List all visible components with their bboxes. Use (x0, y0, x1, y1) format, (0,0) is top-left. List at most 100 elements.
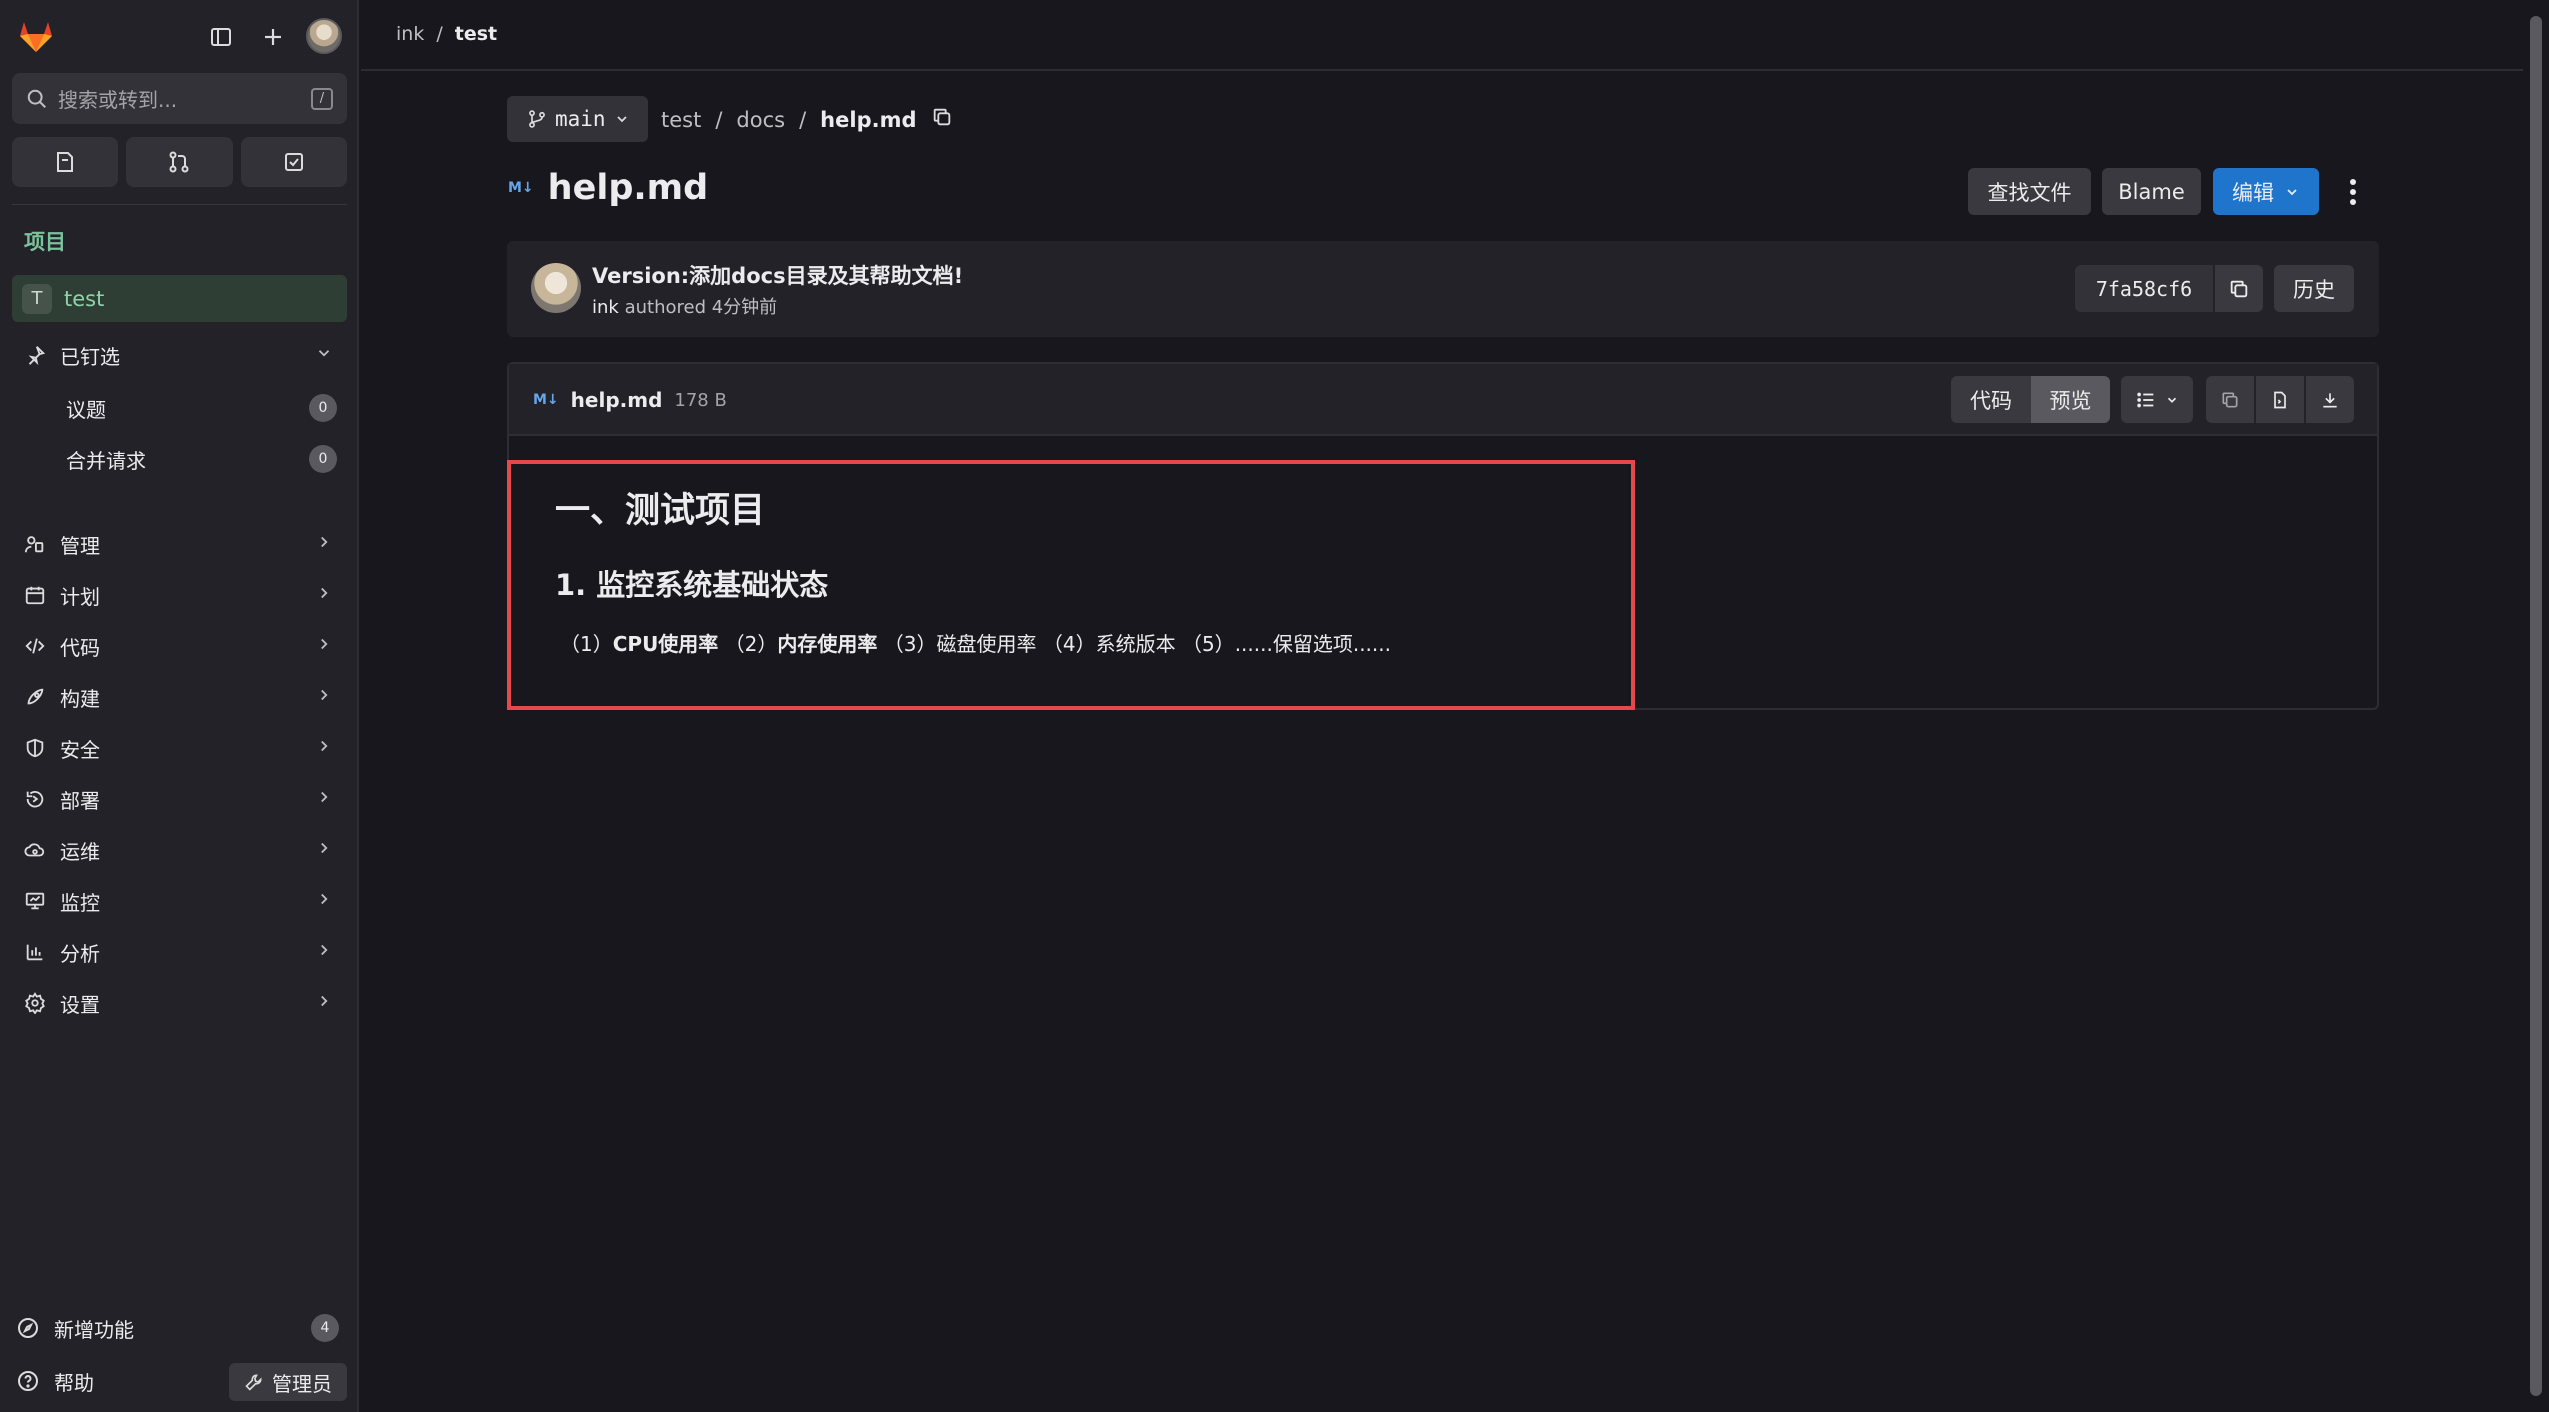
tab-code[interactable]: 代码 (1951, 376, 2031, 423)
search-placeholder: 搜索或转到... (58, 88, 178, 112)
rocket-icon (27, 688, 44, 705)
sidebar-item-label: 安全 (60, 737, 100, 762)
sidebar-item-label: 合并请求 (66, 448, 146, 473)
sidebar-item-label: 运维 (60, 839, 100, 864)
create-new-icon[interactable] (256, 20, 290, 54)
download-icon (2323, 392, 2337, 407)
top-bar: ink / test (361, 0, 2523, 71)
chevron-right-icon (315, 940, 333, 964)
path-segment-docs[interactable]: docs (736, 108, 785, 132)
sidebar-item-deploy[interactable]: 部署 (12, 776, 347, 822)
sidebar-item-manage[interactable]: 管理 (12, 521, 347, 567)
markdown-heading-1: 一、测试项目 (555, 491, 766, 531)
sidebar-project-test[interactable]: T test (12, 275, 347, 322)
sidebar-item-monitor[interactable]: 监控 (12, 878, 347, 924)
commit-sha[interactable]: 7fa58cf6 (2075, 265, 2213, 312)
edit-button[interactable]: 编辑 (2213, 168, 2319, 215)
help-icon (18, 1371, 38, 1391)
help-label: 帮助 (54, 1370, 94, 1395)
markdown-icon: M↓ (508, 180, 534, 196)
blame-button[interactable]: Blame (2102, 168, 2201, 215)
sidebar-item-operate[interactable]: 运维 (12, 827, 347, 873)
code-icon (25, 638, 45, 654)
breadcrumb-project[interactable]: test (455, 23, 497, 45)
list-text: ......保留选项...... (1234, 632, 1391, 656)
gitlab-logo-icon[interactable] (16, 16, 56, 56)
sidebar-item-label: 代码 (60, 635, 100, 660)
path-segment-file: help.md (820, 107, 917, 132)
chevron-down-icon (2287, 188, 2297, 195)
issues-shortcut-button[interactable] (12, 137, 119, 187)
sidebar-item-label: 分析 (60, 941, 100, 966)
sidebar-item-pinned[interactable]: 已钉选 (12, 332, 347, 378)
history-button[interactable]: 历史 (2274, 265, 2354, 312)
breadcrumb-namespace[interactable]: ink (396, 23, 424, 45)
sidebar-section-title: 项目 (24, 230, 66, 254)
cloud-icon (24, 843, 45, 857)
sidebar-item-analyze[interactable]: 分析 (12, 929, 347, 975)
chevron-down-icon (616, 116, 627, 123)
markdown-heading-2: 1. 监控系统基础状态 (555, 568, 829, 602)
page-title: help.md (547, 168, 709, 208)
file-raw-icon (2274, 391, 2286, 408)
sidebar-item-label: 监控 (60, 890, 100, 915)
admin-label: 管理员 (272, 1371, 332, 1396)
chevron-right-icon (315, 685, 333, 709)
chevron-right-icon (315, 583, 333, 607)
chevron-down-icon (2167, 397, 2177, 403)
merge-requests-shortcut-button[interactable] (126, 137, 233, 187)
monitor-icon (25, 892, 45, 910)
sidebar-item-settings[interactable]: 设置 (12, 980, 347, 1026)
last-commit-card: Version:添加docs目录及其帮助文档! ink authored 4分钟… (507, 241, 2379, 337)
chevron-down-icon (315, 343, 333, 367)
markdown-icon: M↓ (533, 392, 559, 408)
view-mode-toggle: 代码 预览 (1951, 376, 2110, 423)
sidebar-item-plan[interactable]: 计划 (12, 572, 347, 618)
todos-shortcut-button[interactable] (240, 137, 347, 187)
sidebar-item-merge-requests[interactable]: 合并请求 0 (12, 436, 347, 482)
sidebar-item-build[interactable]: 构建 (12, 674, 347, 720)
list-icon (2137, 392, 2154, 407)
file-viewer-name: M↓ help.md 178 B (533, 388, 727, 412)
commit-title[interactable]: Version:添加docs目录及其帮助文档! (592, 260, 963, 290)
whats-new-button[interactable]: 新增功能 4 (12, 1306, 347, 1350)
file-actions-group (2206, 376, 2354, 423)
sidebar-item-issues[interactable]: 议题 0 (12, 385, 347, 431)
breadcrumb: ink / test (396, 23, 497, 45)
list-text: 系统版本 (1095, 632, 1176, 656)
copy-icon (2222, 392, 2238, 407)
chevron-right-icon (315, 787, 333, 811)
chart-icon (26, 944, 43, 961)
copy-sha-button[interactable] (2215, 265, 2263, 312)
user-avatar[interactable] (306, 18, 342, 54)
path-separator: / (715, 107, 723, 132)
search-input[interactable]: 搜索或转到... / (12, 73, 347, 124)
chevron-right-icon (315, 991, 333, 1015)
download-button[interactable] (2306, 376, 2354, 423)
admin-area-button[interactable]: 管理员 (229, 1363, 347, 1401)
find-file-button[interactable]: 查找文件 (1968, 168, 2091, 215)
commit-authored-time: authored 4分钟前 (624, 297, 778, 318)
tab-preview[interactable]: 预览 (2031, 376, 2110, 423)
commit-author[interactable]: ink (592, 297, 619, 318)
list-number: （1） (560, 632, 613, 656)
commit-author-avatar[interactable] (531, 263, 581, 313)
copy-contents-button[interactable] (2206, 376, 2254, 423)
open-raw-button[interactable] (2256, 376, 2304, 423)
sidebar-item-secure[interactable]: 安全 (12, 725, 347, 771)
more-actions-icon[interactable] (2338, 174, 2368, 210)
scrollbar-thumb[interactable] (2530, 16, 2542, 1396)
gear-icon (25, 992, 45, 1014)
compass-icon (18, 1318, 38, 1338)
branch-selector[interactable]: main (507, 96, 648, 142)
outline-dropdown[interactable] (2121, 376, 2193, 423)
sidebar-item-code[interactable]: 代码 (12, 623, 347, 669)
file-viewer-header: M↓ help.md 178 B 代码 预览 (509, 364, 2377, 436)
commit-meta: ink authored 4分钟前 (592, 293, 777, 319)
toggle-sidebar-icon[interactable] (204, 20, 238, 54)
path-segment-project[interactable]: test (661, 108, 701, 132)
quick-actions (12, 137, 347, 187)
list-number: （2） (724, 632, 778, 656)
chevron-right-icon (315, 532, 333, 556)
copy-path-icon[interactable] (931, 106, 953, 133)
